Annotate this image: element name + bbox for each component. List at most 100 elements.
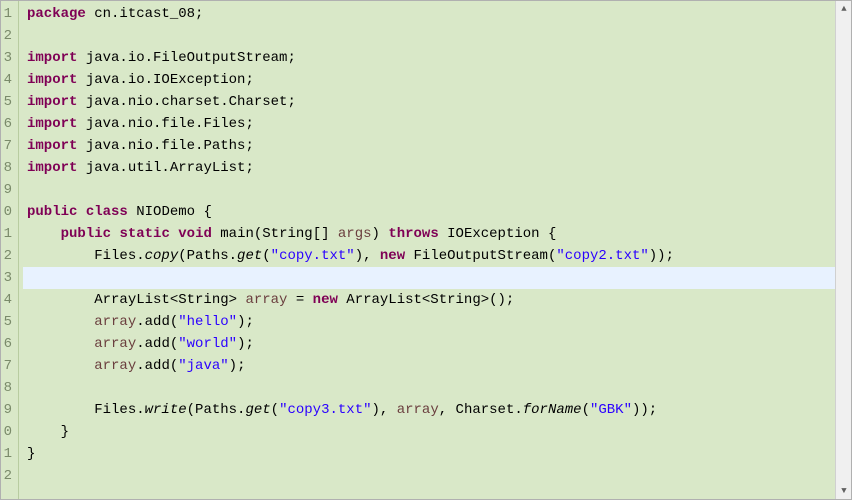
code-line[interactable]: import java.nio.file.Paths;: [23, 135, 851, 157]
code-text: java.nio.charset.Charset;: [77, 94, 295, 110]
code-text: , Charset.: [439, 402, 523, 418]
code-text: Files.: [27, 248, 145, 264]
code-text: java.nio.file.Files;: [77, 116, 253, 132]
code-line[interactable]: public static void main(String[] args) t…: [23, 223, 851, 245]
line-number: 6: [3, 113, 12, 135]
variable: array: [397, 402, 439, 418]
code-line[interactable]: ArrayList<String> array = new ArrayList<…: [23, 289, 851, 311]
static-method: get: [237, 248, 262, 264]
line-number-gutter: 1 2 3 4 5 6 7 8 9 0 1 2 3 4 5 6 7 8 9 0 …: [1, 1, 19, 499]
code-text: java.util.ArrayList;: [77, 160, 253, 176]
static-method: write: [145, 402, 187, 418]
code-text: .add(: [136, 336, 178, 352]
code-text: (: [271, 402, 279, 418]
keyword: public: [61, 226, 111, 242]
string-literal: "copy2.txt": [556, 248, 648, 264]
string-literal: "hello": [178, 314, 237, 330]
code-line[interactable]: Files.write(Paths.get("copy3.txt"), arra…: [23, 399, 851, 421]
code-text: java.io.IOException;: [77, 72, 253, 88]
variable: array: [245, 292, 287, 308]
string-literal: "GBK": [590, 402, 632, 418]
code-text: (: [582, 402, 590, 418]
code-text: ),: [372, 402, 397, 418]
code-line[interactable]: array.add("hello");: [23, 311, 851, 333]
line-number: 0: [3, 421, 12, 443]
code-editor: 1 2 3 4 5 6 7 8 9 0 1 2 3 4 5 6 7 8 9 0 …: [1, 1, 851, 499]
code-text: [27, 358, 94, 374]
string-literal: "java": [178, 358, 228, 374]
code-text: );: [229, 358, 246, 374]
code-line[interactable]: [23, 179, 851, 201]
code-text: cn.itcast_08;: [86, 6, 204, 22]
code-text: (Paths.: [187, 402, 246, 418]
keyword: class: [86, 204, 128, 220]
code-line[interactable]: }: [23, 443, 851, 465]
code-text: (: [262, 248, 270, 264]
line-number: 2: [3, 465, 12, 487]
code-line[interactable]: [23, 25, 851, 47]
vertical-scrollbar[interactable]: ▲ ▼: [835, 1, 851, 499]
code-line[interactable]: }: [23, 421, 851, 443]
keyword: void: [178, 226, 212, 242]
scroll-up-icon[interactable]: ▲: [836, 1, 852, 17]
code-text: }: [27, 446, 35, 462]
code-text: =: [287, 292, 312, 308]
line-number: 7: [3, 135, 12, 157]
code-line[interactable]: import java.util.ArrayList;: [23, 157, 851, 179]
indent: [27, 226, 61, 242]
line-number: 1: [3, 3, 12, 25]
static-method: copy: [145, 248, 179, 264]
code-line[interactable]: import java.io.FileOutputStream;: [23, 47, 851, 69]
code-text: ArrayList<String>: [27, 292, 245, 308]
code-line[interactable]: import java.nio.file.Files;: [23, 113, 851, 135]
code-text: NIODemo {: [128, 204, 212, 220]
code-line[interactable]: public class NIODemo {: [23, 201, 851, 223]
keyword: import: [27, 50, 77, 66]
scroll-down-icon[interactable]: ▼: [836, 483, 852, 499]
variable: array: [94, 336, 136, 352]
keyword: static: [119, 226, 169, 242]
code-text: (Paths.: [178, 248, 237, 264]
code-line[interactable]: import java.nio.charset.Charset;: [23, 91, 851, 113]
code-line-current[interactable]: [23, 267, 851, 289]
code-text: [27, 336, 94, 352]
line-number: 3: [3, 47, 12, 69]
code-text: }: [27, 424, 69, 440]
code-text: );: [237, 336, 254, 352]
code-line[interactable]: Files.copy(Paths.get("copy.txt"), new Fi…: [23, 245, 851, 267]
static-method: get: [245, 402, 270, 418]
keyword: import: [27, 138, 77, 154]
keyword: public: [27, 204, 77, 220]
keyword: new: [380, 248, 405, 264]
line-number: 9: [3, 179, 12, 201]
variable: array: [94, 358, 136, 374]
code-text: IOException {: [439, 226, 557, 242]
line-number: 5: [3, 91, 12, 113]
code-text: java.io.FileOutputStream;: [77, 50, 295, 66]
line-number: 1: [3, 223, 12, 245]
line-number: 4: [3, 69, 12, 91]
line-number: 6: [3, 333, 12, 355]
static-method: forName: [523, 402, 582, 418]
code-area[interactable]: package cn.itcast_08; import java.io.Fil…: [19, 1, 851, 499]
variable: array: [94, 314, 136, 330]
line-number: 3: [3, 267, 12, 289]
parameter: args: [338, 226, 372, 242]
code-line[interactable]: [23, 377, 851, 399]
code-text: .add(: [136, 358, 178, 374]
code-line[interactable]: import java.io.IOException;: [23, 69, 851, 91]
code-line[interactable]: array.add("java");: [23, 355, 851, 377]
keyword: package: [27, 6, 86, 22]
string-literal: "world": [178, 336, 237, 352]
line-number: 8: [3, 377, 12, 399]
code-line[interactable]: array.add("world");: [23, 333, 851, 355]
keyword: import: [27, 72, 77, 88]
code-text: Files.: [27, 402, 145, 418]
line-number: 1: [3, 443, 12, 465]
code-line[interactable]: package cn.itcast_08;: [23, 3, 851, 25]
keyword: import: [27, 116, 77, 132]
code-text: ));: [632, 402, 657, 418]
code-text: ),: [355, 248, 380, 264]
code-text: ));: [649, 248, 674, 264]
keyword: throws: [388, 226, 438, 242]
